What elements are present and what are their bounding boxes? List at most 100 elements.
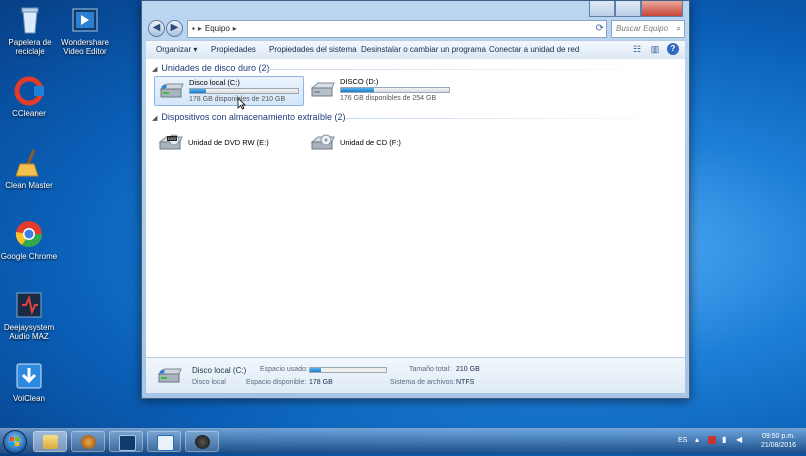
start-button[interactable] (3, 430, 27, 454)
desktop-icon-audio-app[interactable]: Deejaysystem Audio MAZ (0, 290, 61, 341)
drive-d[interactable]: DISCO (D:) 176 GB disponibles de 254 GB (306, 76, 456, 106)
details-free-label: Espacio disponible: (246, 379, 307, 386)
video-editor-icon (70, 5, 100, 35)
clock-date: 21/08/2016 (760, 442, 796, 449)
taskbar-app-button[interactable] (71, 431, 105, 452)
arrow-right-icon: ▶ (170, 22, 179, 33)
collapse-arrow-icon: ◢ (152, 66, 158, 73)
computer-icon: ▪ (192, 24, 195, 33)
app-icon (157, 435, 174, 451)
uninstall-program-button[interactable]: Desinstalar o cambiar un programa (361, 41, 486, 58)
details-used-label: Espacio usado: (260, 366, 308, 373)
cd-drive-icon (310, 134, 335, 150)
breadcrumb-equipo[interactable]: Equipo (205, 24, 230, 33)
close-button[interactable] (641, 1, 683, 17)
window-controls (589, 1, 683, 17)
breadcrumb-separator-icon: ▸ (197, 24, 202, 33)
group-divider (266, 69, 676, 70)
download-arrow-icon (14, 361, 44, 391)
windows-logo-icon (10, 437, 19, 446)
drive-name: DISCO (D:) (340, 77, 379, 86)
desktop-icon-clean-master[interactable]: Clean Master (0, 148, 61, 190)
desktop-icon-label: Google Chrome (0, 252, 58, 261)
desktop-icon-label: CCleaner (12, 109, 46, 118)
taskbar-app-button[interactable] (185, 431, 219, 452)
desktop-icon-voiclean[interactable]: VoiClean (0, 361, 61, 403)
drive-usage-bar (340, 87, 450, 93)
app-icon (195, 435, 210, 449)
drive-c[interactable]: Disco local (C:) 178 GB disponibles de 2… (154, 76, 304, 106)
search-placeholder: Buscar Equipo (616, 24, 669, 33)
volume-icon[interactable]: ◀ (736, 435, 742, 444)
tray-expand-icon[interactable]: ▴ (695, 435, 699, 444)
drive-usage-fill (341, 88, 375, 92)
details-fs-value: NTFS (456, 379, 475, 386)
taskbar-app-button[interactable] (147, 431, 181, 452)
collapse-arrow-icon: ◢ (152, 115, 158, 122)
drive-name: Unidad de CD (F:) (340, 138, 401, 147)
maximize-button[interactable] (615, 1, 641, 17)
desktop-icon-label: Deejaysystem Audio MAZ (3, 323, 55, 341)
search-input[interactable]: Buscar Equipo ⌕ (611, 20, 685, 38)
hard-drive-icon (159, 83, 184, 98)
video-editor-icon (119, 435, 136, 451)
dvd-drive-icon: DVD (158, 134, 183, 150)
hard-drive-icon (310, 82, 335, 97)
drive-usage-bar (189, 88, 299, 94)
command-bar: Organizar ▾ Propiedades Propiedades del … (146, 40, 685, 60)
address-row: ◀ ▶ ▪ ▸ Equipo ▸ ⟳ Buscar Equipo ⌕ (146, 18, 685, 40)
desktop-icon-ccleaner[interactable]: CCleaner (0, 76, 61, 118)
taskbar-video-editor-button[interactable] (109, 431, 143, 452)
clock-time: 09:50 p.m. (761, 433, 796, 440)
drive-free-space: 176 GB disponibles de 254 GB (340, 95, 437, 102)
chevron-down-icon: ▾ (193, 45, 198, 54)
battery-icon[interactable]: ▮ (722, 435, 726, 444)
drive-name: Unidad de DVD RW (E:) (188, 138, 269, 147)
desktop-icon-video-editor[interactable]: Wondershare Video Editor (53, 5, 117, 56)
desktop-icon-label: Clean Master (5, 181, 53, 190)
app-icon (81, 435, 96, 449)
group-title: Dispositivos con almacenamiento extraíbl… (161, 112, 346, 122)
back-button[interactable]: ◀ (148, 20, 165, 37)
group-header-hard-drives[interactable]: ◢ Unidades de disco duro (2) (152, 63, 269, 73)
chrome-icon (14, 219, 44, 249)
details-total-value: 210 GB (456, 366, 480, 373)
details-total-label: Tamaño total: (409, 366, 452, 373)
preview-pane-icon[interactable]: ▥ (649, 43, 661, 55)
minimize-button[interactable] (589, 1, 615, 17)
organize-button[interactable]: Organizar ▾ (156, 41, 197, 58)
desktop-icon-label: VoiClean (12, 394, 46, 403)
view-options-icon[interactable]: ☷ (631, 43, 643, 55)
details-usage-bar (309, 367, 387, 373)
help-icon[interactable]: ? (667, 43, 679, 55)
group-header-removable[interactable]: ◢ Dispositivos con almacenamiento extraíb… (152, 112, 345, 122)
details-fs-label: Sistema de archivos: (390, 379, 455, 386)
taskbar-explorer-button[interactable] (33, 431, 67, 452)
address-bar[interactable]: ▪ ▸ Equipo ▸ ⟳ (187, 20, 607, 38)
properties-button[interactable]: Propiedades (211, 41, 256, 58)
language-indicator[interactable]: ES (678, 437, 687, 444)
breadcrumb-separator-icon: ▸ (232, 24, 237, 33)
refresh-icon[interactable]: ⟳ (596, 21, 604, 37)
desktop-icon-label: Wondershare Video Editor (61, 38, 109, 56)
details-pane: Disco local (C:) Disco local Espacio usa… (146, 357, 685, 393)
audio-app-icon (14, 290, 44, 320)
drive-f[interactable]: Unidad de CD (F:) (306, 129, 456, 159)
broom-icon (14, 148, 44, 178)
clock[interactable]: 09:50 p.m. 21/08/2016 (761, 432, 796, 450)
desktop-icon-chrome[interactable]: Google Chrome (0, 219, 61, 261)
recycle-bin-icon (15, 5, 45, 35)
system-properties-button[interactable]: Propiedades del sistema (269, 41, 357, 58)
drive-e[interactable]: DVD Unidad de DVD RW (E:) (154, 129, 304, 159)
forward-button[interactable]: ▶ (166, 20, 183, 37)
group-divider (346, 118, 676, 119)
content-pane: ◢ Unidades de disco duro (2) Disco local … (146, 59, 685, 357)
details-drive-type: Disco local (192, 379, 226, 386)
details-free-value: 178 GB (309, 379, 333, 386)
search-icon: ⌕ (676, 24, 681, 33)
drive-name: Disco local (C:) (189, 78, 240, 87)
details-usage-fill (310, 368, 322, 372)
map-network-drive-button[interactable]: Conectar a unidad de red (489, 41, 579, 58)
action-center-icon[interactable] (708, 436, 716, 444)
organize-label: Organizar (156, 45, 192, 54)
